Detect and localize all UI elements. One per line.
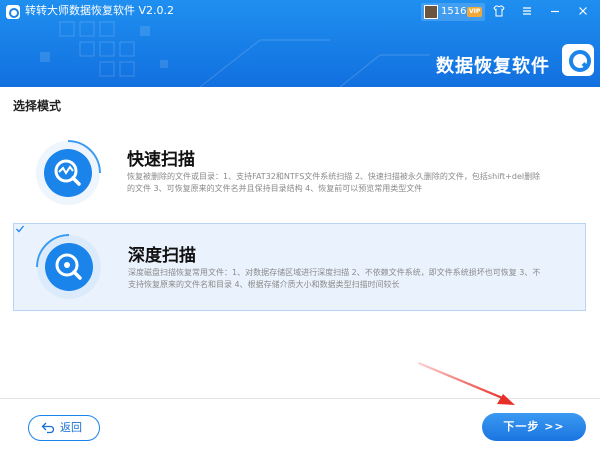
deep-scan-icon xyxy=(36,234,101,299)
app-logo-icon xyxy=(6,5,20,19)
mode-description: 恢复被删除的文件或目录：1、支持FAT32和NTFS文件系统扫描 2、快速扫描被… xyxy=(127,172,541,193)
shirt-icon[interactable] xyxy=(489,2,509,20)
mode-name: 深度扫描 xyxy=(128,246,196,266)
back-button[interactable]: 返回 xyxy=(28,415,100,441)
section-title: 选择模式 xyxy=(13,99,62,113)
back-label: 返回 xyxy=(60,421,82,434)
header-banner: 转转大师数据恢复软件 V2.0.2 15160... VIP 数据恢复软件 xyxy=(0,0,600,87)
deep-scan-option[interactable]: 深度扫描 深度磁盘扫描恢复常用文件：1、对数据存储区域进行深度扫描 2、不依赖文… xyxy=(13,223,586,311)
back-arrow-icon xyxy=(41,422,55,434)
minimize-icon[interactable] xyxy=(545,2,565,20)
brand-title: 数据恢复软件 xyxy=(436,56,550,77)
mode-description: 深度磁盘扫描恢复常用文件：1、对数据存储区域进行深度扫描 2、不依赖文件系统，即… xyxy=(128,268,541,289)
next-step-button[interactable]: 下一步 >> xyxy=(482,413,586,441)
vip-badge: VIP xyxy=(467,7,483,17)
footer-divider xyxy=(0,398,600,399)
menu-icon[interactable] xyxy=(517,2,537,20)
check-icon xyxy=(16,225,25,233)
brand-logo-icon xyxy=(562,44,594,76)
mode-name: 快速扫描 xyxy=(127,150,195,170)
window-title: 转转大师数据恢复软件 V2.0.2 xyxy=(25,4,175,17)
next-step-label: 下一步 >> xyxy=(503,420,565,433)
quick-scan-icon xyxy=(36,140,101,205)
user-account[interactable]: 15160... VIP xyxy=(421,3,485,21)
avatar xyxy=(424,5,438,19)
close-icon[interactable] xyxy=(573,2,593,20)
quick-scan-option[interactable]: 快速扫描 恢复被删除的文件或目录：1、支持FAT32和NTFS文件系统扫描 2、… xyxy=(13,126,586,214)
